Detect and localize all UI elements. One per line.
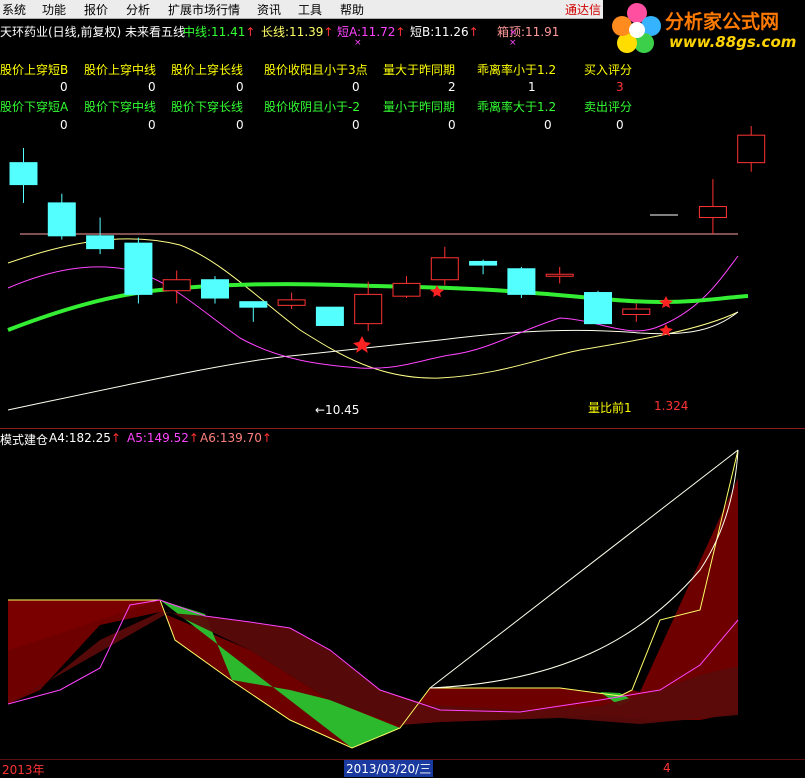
candle-body — [86, 235, 115, 250]
candle-body — [277, 299, 306, 306]
svg-text:×: × — [509, 28, 517, 38]
cursor-date: 2013/03/20/三 — [344, 760, 434, 777]
candle-body — [698, 206, 727, 219]
candle-body — [469, 260, 498, 266]
volume-ratio-value: 1.324 — [654, 399, 689, 413]
candle-body — [545, 273, 574, 277]
candle-body — [47, 202, 76, 237]
candle-body — [162, 279, 191, 292]
candle-body — [124, 242, 153, 295]
candle-body — [239, 301, 268, 308]
low-price-label: ←10.45 — [315, 403, 360, 417]
short-b-line — [7, 311, 739, 411]
candle-body — [737, 134, 766, 164]
a5-label: A5:149.52↑ — [127, 431, 199, 445]
buy-star-3 — [659, 296, 673, 308]
kline-chart[interactable]: × × × — [0, 0, 805, 774]
time-axis: 2013年 2013/03/20/三 4 — [0, 759, 805, 777]
sub-indicator-title: 模式建仓 — [0, 433, 49, 447]
a6-label: A6:139.70↑ — [200, 431, 272, 445]
buy-star-1 — [353, 336, 371, 353]
candle-body — [622, 308, 651, 315]
volume-ratio-label: 量比前1 — [588, 401, 632, 415]
candle-body — [9, 162, 38, 186]
candle-body — [392, 282, 421, 297]
a4-label: A4:182.25↑ — [49, 431, 121, 445]
candle-body — [315, 306, 344, 326]
candle-body — [584, 292, 612, 325]
panel-separator — [0, 428, 805, 429]
time-axis-year: 2013年 — [2, 763, 45, 777]
candle-body — [430, 257, 459, 281]
candle-body — [201, 279, 229, 299]
dark-red-band — [8, 612, 738, 725]
svg-text:×: × — [509, 38, 517, 48]
candle-body — [507, 268, 536, 295]
time-axis-marker: 4 — [663, 761, 671, 775]
candle-body — [354, 293, 383, 325]
svg-text:×: × — [354, 38, 362, 48]
